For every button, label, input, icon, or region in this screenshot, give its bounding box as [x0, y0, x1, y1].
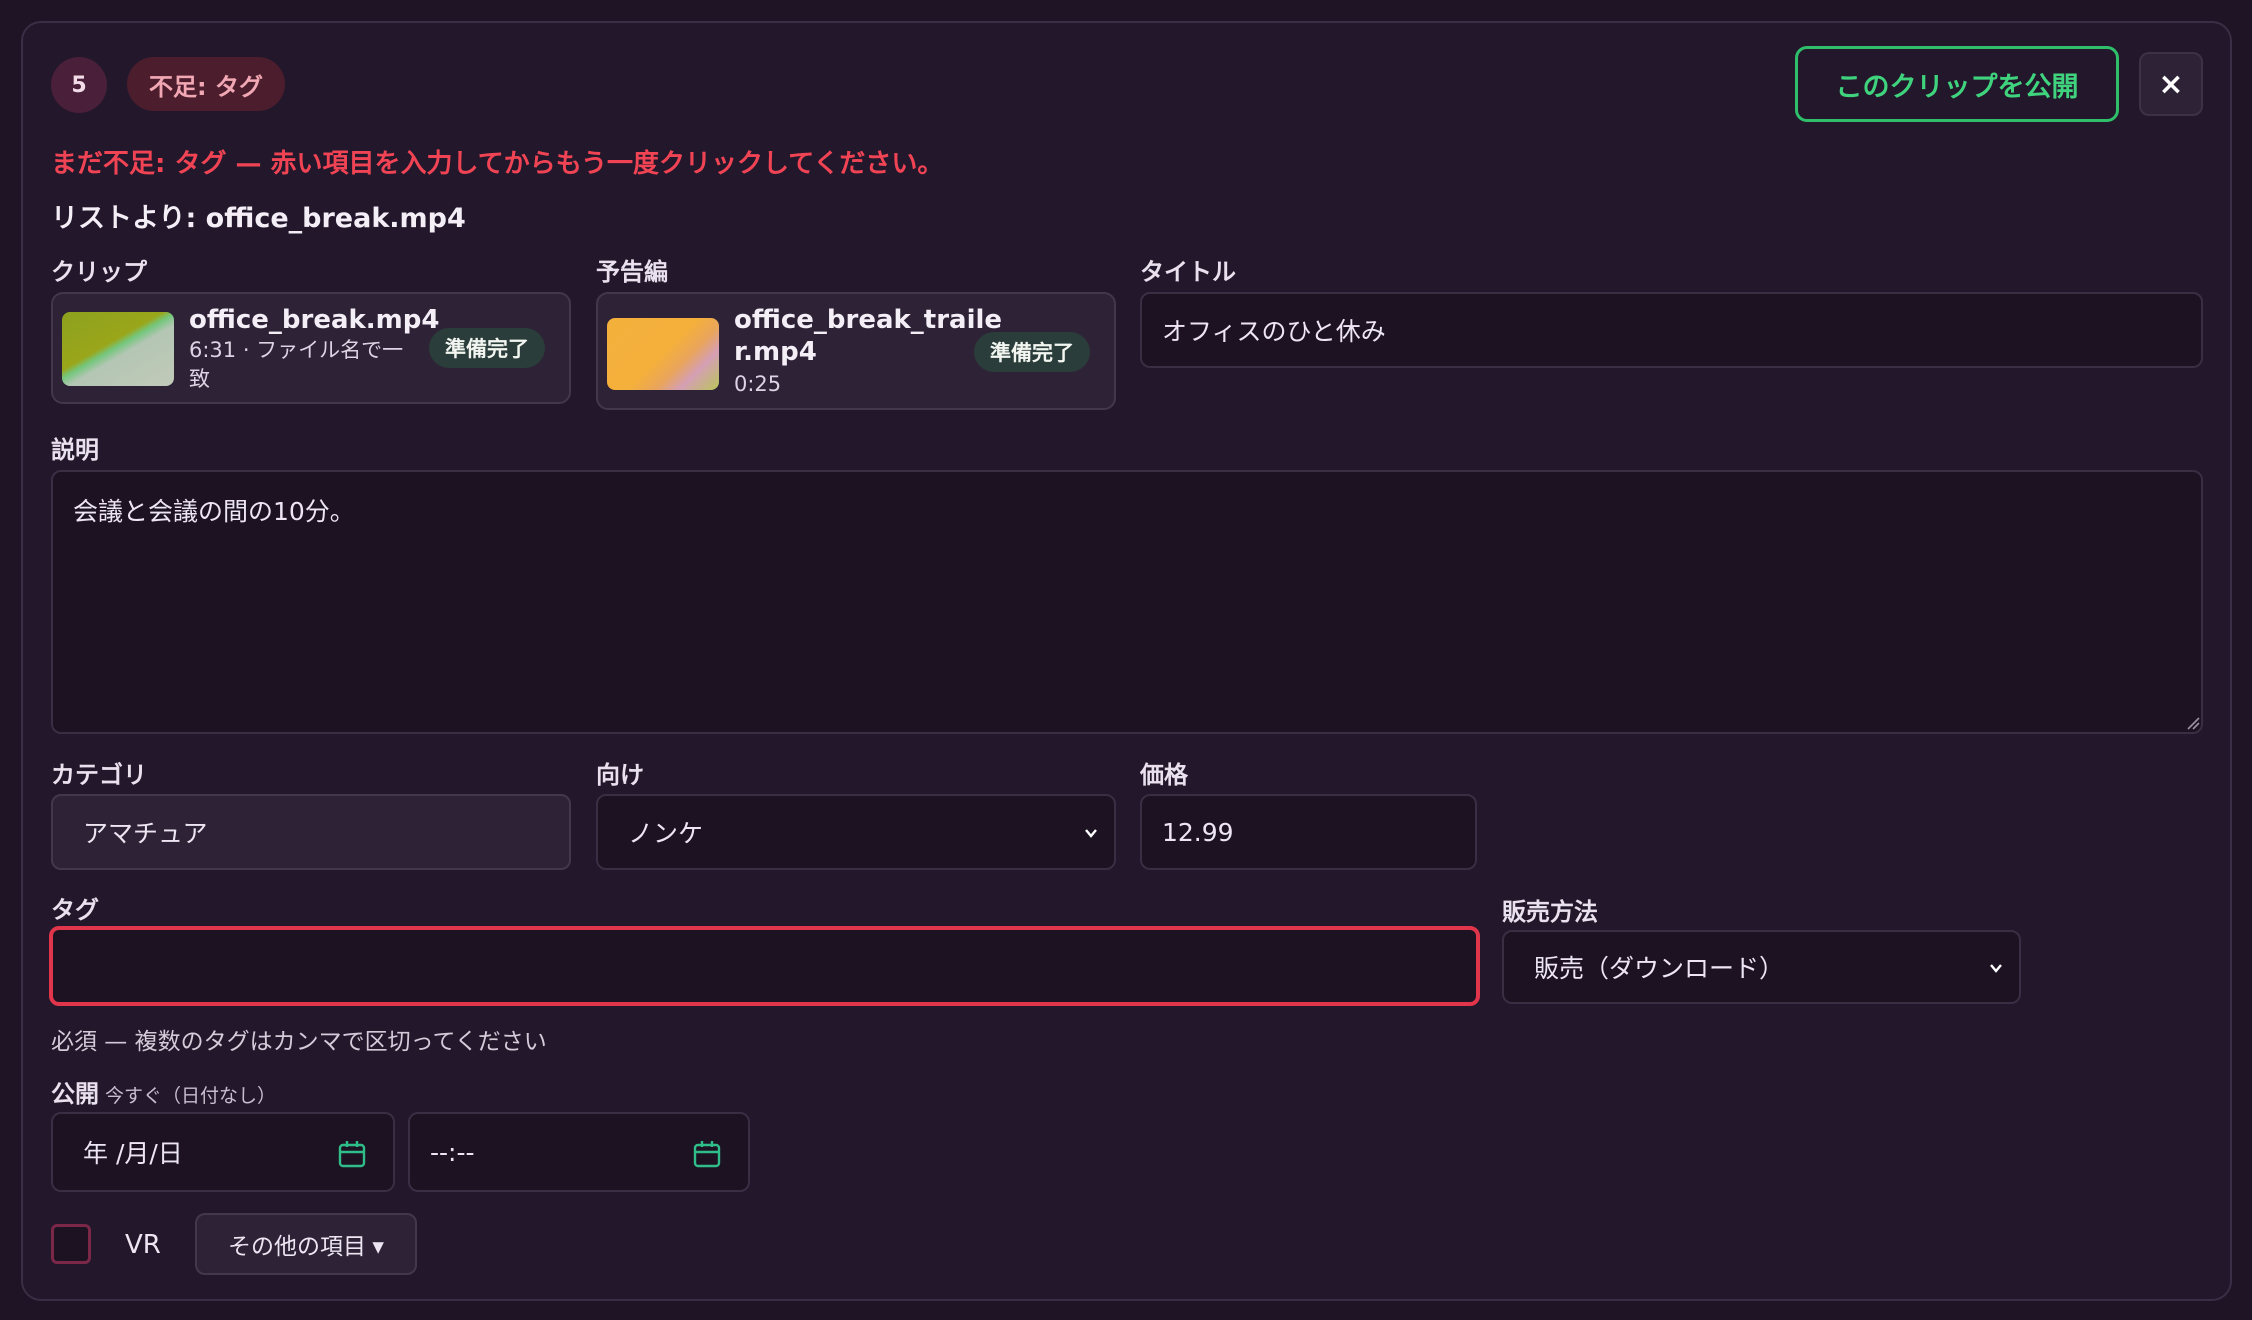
- publish-sub-label: 今すぐ（日付なし）: [105, 1085, 277, 1107]
- publish-label: 公開 今すぐ（日付なし）: [51, 1074, 276, 1109]
- audience-value: ノンケ: [628, 819, 704, 848]
- trailer-file-card[interactable]: office_break_traile r.mp4 0:25 準備完了: [596, 292, 1116, 410]
- error-message: まだ不足: タグ — 赤い項目を入力してからもう一度クリックしてください。: [51, 149, 944, 179]
- trailer-thumbnail: [607, 318, 719, 390]
- clip-meta-line2: 致: [189, 367, 210, 391]
- source-filename: office_break.mp4: [205, 203, 466, 234]
- clip-meta: 6:31 · ファイル名で一 致: [189, 336, 419, 394]
- publish-time-input[interactable]: --:--: [408, 1112, 750, 1192]
- trailer-filename-line1: office_break_traile: [734, 305, 1003, 335]
- trailer-label: 予告編: [596, 258, 668, 286]
- clip-label: クリップ: [51, 258, 147, 286]
- price-label: 価格: [1140, 761, 1188, 789]
- publish-date-input[interactable]: 年 /月/日: [51, 1112, 395, 1192]
- clip-meta-line1: 6:31 · ファイル名で一: [189, 338, 404, 362]
- sale-method-select[interactable]: 販売（ダウンロード）: [1502, 930, 2021, 1004]
- tags-label: タグ: [51, 896, 99, 924]
- clip-index-badge: 5: [51, 57, 107, 113]
- time-placeholder: --:--: [430, 1137, 475, 1167]
- more-items-button[interactable]: その他の項目 ▾: [195, 1213, 417, 1275]
- tags-hint: 必須 — 複数のタグはカンマで区切ってください: [51, 1029, 547, 1055]
- trailer-filename-line2: r.mp4: [734, 337, 817, 367]
- tags-input[interactable]: [49, 926, 1480, 1006]
- description-textarea[interactable]: 会議と会議の間の10分。: [51, 470, 2203, 734]
- description-label: 説明: [51, 436, 99, 464]
- resize-handle-icon[interactable]: [2186, 716, 2200, 730]
- category-label: カテゴリ: [51, 761, 147, 789]
- title-label: タイトル: [1140, 258, 1236, 286]
- sale-method-label: 販売方法: [1502, 898, 1598, 926]
- vr-checkbox[interactable]: [51, 1224, 91, 1264]
- price-input[interactable]: 12.99: [1140, 794, 1477, 870]
- clip-thumbnail: [62, 312, 174, 386]
- chevron-down-icon: [1990, 964, 2002, 973]
- category-field[interactable]: アマチュア: [51, 794, 571, 870]
- clip-filename: office_break.mp4: [189, 305, 440, 335]
- trailer-duration: 0:25: [734, 372, 782, 396]
- publish-label-text: 公開: [51, 1080, 99, 1108]
- title-input[interactable]: オフィスのひと休み: [1140, 292, 2203, 368]
- date-placeholder: 年 /月/日: [83, 1139, 183, 1168]
- publish-clip-button[interactable]: このクリップを公開: [1795, 46, 2119, 122]
- calendar-icon[interactable]: [337, 1139, 367, 1169]
- calendar-icon[interactable]: [692, 1139, 722, 1169]
- chevron-down-icon: [1085, 829, 1097, 838]
- audience-label: 向け: [596, 761, 644, 789]
- clip-file-card[interactable]: office_break.mp4 6:31 · ファイル名で一 致 準備完了: [51, 292, 571, 404]
- source-file-line: リストより: office_break.mp4: [51, 196, 466, 235]
- audience-select[interactable]: ノンケ: [596, 794, 1116, 870]
- clip-status-badge: 準備完了: [429, 328, 545, 368]
- trailer-filename: office_break_traile r.mp4: [734, 304, 1002, 368]
- trailer-status-badge: 準備完了: [974, 332, 1090, 372]
- sale-method-value: 販売（ダウンロード）: [1534, 954, 1785, 983]
- missing-fields-badge: 不足: タグ: [127, 57, 285, 111]
- close-icon[interactable]: ×: [2139, 52, 2203, 116]
- source-prefix: リストより:: [51, 203, 206, 234]
- vr-label: VR: [125, 1230, 161, 1260]
